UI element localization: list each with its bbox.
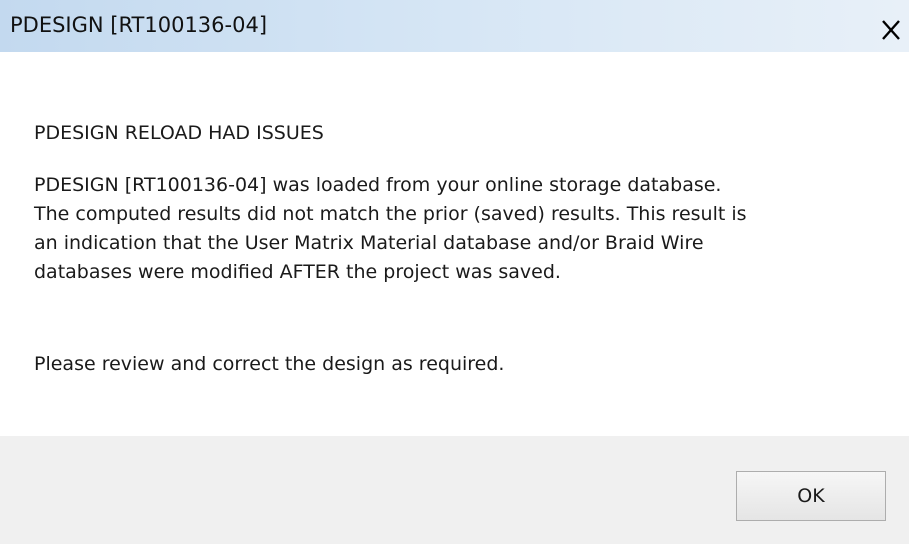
message-body: PDESIGN [RT100136-04] was loaded from yo… — [34, 171, 747, 287]
message-instruction: Please review and correct the design as … — [34, 353, 505, 375]
message-dialog: PDESIGN [RT100136-04] PDESIGN RELOAD HAD… — [0, 0, 909, 544]
message-body-line: databases were modified AFTER the projec… — [34, 261, 561, 283]
message-area: PDESIGN RELOAD HAD ISSUES PDESIGN [RT100… — [0, 52, 909, 436]
button-bar: OK — [0, 436, 909, 544]
ok-button[interactable]: OK — [736, 471, 886, 521]
window-title: PDESIGN [RT100136-04] — [10, 13, 268, 37]
message-body-line: The computed results did not match the p… — [34, 203, 747, 225]
message-body-line: PDESIGN [RT100136-04] was loaded from yo… — [34, 174, 722, 196]
title-bar[interactable]: PDESIGN [RT100136-04] — [0, 0, 909, 52]
message-heading: PDESIGN RELOAD HAD ISSUES — [34, 122, 324, 144]
close-button[interactable] — [877, 16, 905, 44]
message-body-line: an indication that the User Matrix Mater… — [34, 232, 704, 254]
close-icon — [882, 20, 900, 40]
